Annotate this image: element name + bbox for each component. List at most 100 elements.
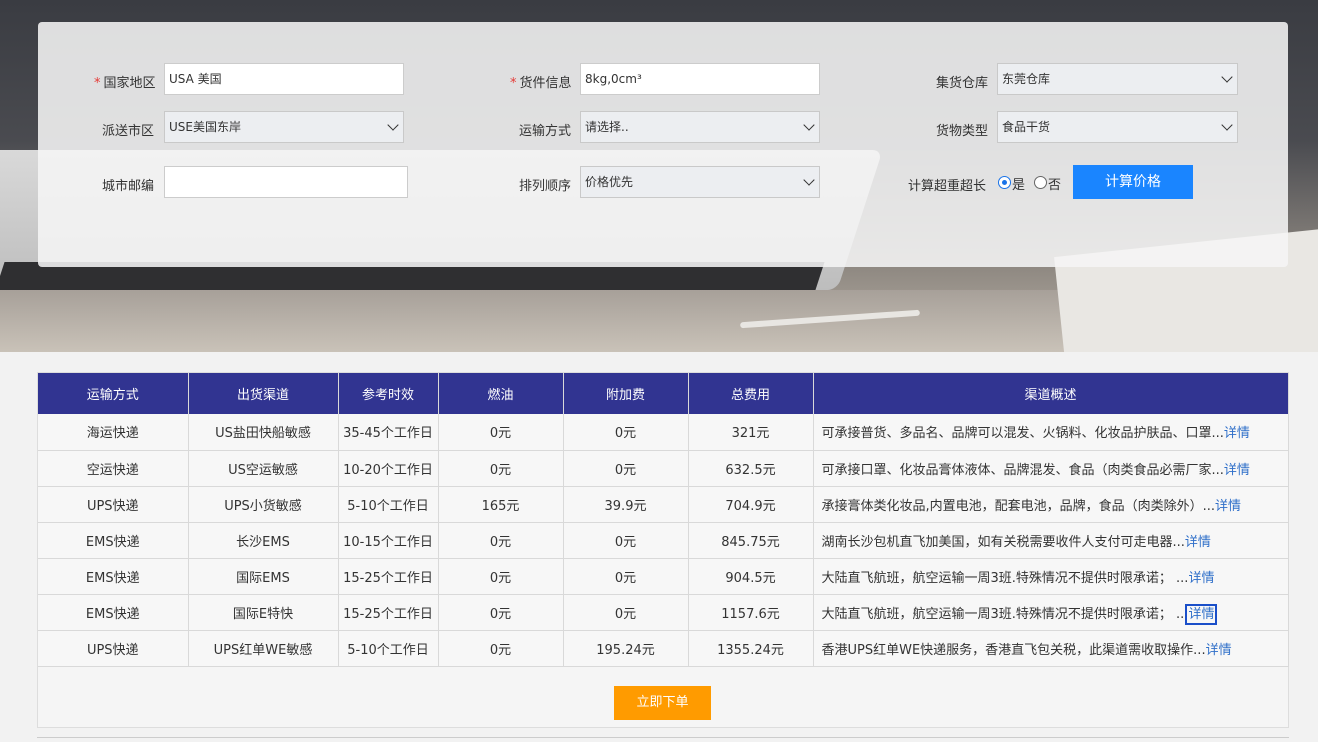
detail-link[interactable]: 详情 — [1185, 535, 1211, 550]
cell-time: 5-10个工作日 — [338, 486, 439, 523]
goods-label: * 货件信息 — [510, 76, 572, 91]
sort-label: 排列顺序 — [519, 179, 572, 194]
overweight-no-label: 否 — [1048, 178, 1062, 193]
country-label: * 国家地区 — [94, 76, 156, 91]
cell-time: 15-25个工作日 — [338, 594, 439, 631]
header-surcharge: 附加费 — [563, 373, 689, 414]
chevron-down-icon — [1221, 71, 1233, 83]
cell-description: 可承接口罩、化妆品膏体液体、品牌混发、食品（肉类食品必需厂家...详情 — [813, 450, 1289, 487]
cell-channel: US空运敏感 — [188, 450, 339, 487]
cell-total: 1355.24元 — [688, 630, 814, 667]
cell-transport: 空运快递 — [38, 450, 189, 487]
detail-link[interactable]: 详情 — [1215, 499, 1241, 514]
cell-description: 可承接普货、多品名、品牌可以混发、火锅料、化妆品护肤品、口罩...详情 — [813, 414, 1289, 451]
country-input[interactable]: USA 美国 — [164, 63, 404, 95]
header-channel: 出货渠道 — [188, 373, 339, 414]
cell-fuel: 0元 — [438, 450, 564, 487]
delivery-area-value: USE美国东岸 — [169, 120, 241, 134]
description-text: 大陆直飞航班，航空运输一周3班.特殊情况不提供时限承诺； ... — [821, 606, 1189, 622]
header-transport: 运输方式 — [38, 373, 189, 414]
header-time: 参考时效 — [338, 373, 439, 414]
description-text: 承接膏体类化妆品,内置电池，配套电池，品牌，食品（肉类除外）... — [821, 498, 1216, 514]
chevron-down-icon — [803, 174, 815, 186]
table-row: EMS快递 国际EMS 15-25个工作日 0元 0元 904.5元 大陆直飞航班，航空运输… — [38, 558, 1289, 595]
cell-time: 10-20个工作日 — [338, 450, 439, 487]
overweight-yes-radio[interactable] — [998, 176, 1011, 189]
header-total: 总费用 — [688, 373, 814, 414]
cell-channel: UPS小货敏感 — [188, 486, 339, 523]
table-row: 空运快递 US空运敏感 10-20个工作日 0元 0元 632.5元 可承接口罩、化妆品膏体… — [38, 450, 1289, 487]
delivery-area-select[interactable]: USE美国东岸 — [164, 111, 404, 143]
cell-channel: US盐田快船敏感 — [188, 414, 339, 451]
cargo-type-label: 货物类型 — [936, 124, 989, 139]
cell-channel: 国际EMS — [188, 558, 339, 595]
chevron-down-icon — [803, 119, 815, 131]
cell-transport: UPS快递 — [38, 630, 189, 667]
detail-link[interactable]: 详情 — [1206, 643, 1232, 658]
overweight-yes-label: 是 — [1012, 178, 1026, 193]
table-header-row: 运输方式 出货渠道 参考时效 燃油 附加费 总费用 渠道概述 — [38, 373, 1289, 414]
header-description: 渠道概述 — [813, 373, 1289, 414]
cargo-type-value: 食品干货 — [1002, 120, 1051, 134]
overweight-label: 计算超重超长 — [908, 179, 987, 194]
detail-link[interactable]: 详情 — [1188, 571, 1214, 586]
warehouse-select[interactable]: 东莞仓库 — [997, 63, 1238, 95]
cell-description: 湖南长沙包机直飞加美国，如有关税需要收件人支付可走电器...详情 — [813, 522, 1289, 559]
calculate-price-button[interactable]: 计算价格 — [1073, 165, 1193, 199]
cell-description: 香港UPS红单WE快递服务，香港直飞包关税，此渠道需收取操作...详情 — [813, 630, 1289, 667]
results-table: 运输方式 出货渠道 参考时效 燃油 附加费 总费用 渠道概述 海运快递 US盐田快… — [38, 373, 1289, 667]
table-row: EMS快递 国际E特快 15-25个工作日 0元 0元 1157.6元 大陆直飞航班，航空运… — [38, 594, 1289, 631]
cell-total: 1157.6元 — [688, 594, 814, 631]
cell-transport: 海运快递 — [38, 414, 189, 451]
goods-input[interactable]: 8kg,0cm³ — [580, 63, 820, 95]
cell-fuel: 165元 — [438, 486, 564, 523]
table-row: UPS快递 UPS小货敏感 5-10个工作日 165元 39.9元 704.9元 承接膏体类… — [38, 486, 1289, 523]
chevron-down-icon — [387, 119, 399, 131]
cell-channel: UPS红单WE敏感 — [188, 630, 339, 667]
results-table-wrapper: 运输方式 出货渠道 参考时效 燃油 附加费 总费用 渠道概述 海运快递 US盐田快… — [37, 372, 1289, 728]
table-row: EMS快递 长沙EMS 10-15个工作日 0元 0元 845.75元 湖南长沙包机直飞加美… — [38, 522, 1289, 559]
header-fuel: 燃油 — [438, 373, 564, 414]
cell-fuel: 0元 — [438, 594, 564, 631]
transport-select[interactable]: 请选择.. — [580, 111, 820, 143]
detail-link[interactable]: 详情 — [1224, 463, 1250, 478]
cell-time: 15-25个工作日 — [338, 558, 439, 595]
cell-fuel: 0元 — [438, 558, 564, 595]
detail-link[interactable]: 详情 — [1185, 603, 1218, 625]
bottom-divider — [37, 737, 1289, 742]
cell-surcharge: 0元 — [563, 558, 689, 595]
overweight-no-radio[interactable] — [1034, 176, 1047, 189]
cell-surcharge: 0元 — [563, 594, 689, 631]
cell-surcharge: 195.24元 — [563, 630, 689, 667]
transport-label: 运输方式 — [519, 124, 572, 139]
cell-description: 承接膏体类化妆品,内置电池，配套电池，品牌，食品（肉类除外）...详情 — [813, 486, 1289, 523]
cell-total: 704.9元 — [688, 486, 814, 523]
cell-surcharge: 39.9元 — [563, 486, 689, 523]
cell-transport: EMS快递 — [38, 594, 189, 631]
cargo-type-select[interactable]: 食品干货 — [997, 111, 1238, 143]
cell-transport: EMS快递 — [38, 558, 189, 595]
warehouse-value: 东莞仓库 — [1002, 72, 1051, 86]
zipcode-label: 城市邮编 — [102, 179, 155, 194]
description-text: 可承接普货、多品名、品牌可以混发、火锅料、化妆品护肤品、口罩... — [821, 426, 1224, 442]
zipcode-input[interactable] — [164, 166, 408, 198]
description-text: 大陆直飞航班，航空运输一周3班.特殊情况不提供时限承诺； ... — [821, 570, 1189, 586]
cell-time: 5-10个工作日 — [338, 630, 439, 667]
detail-link[interactable]: 详情 — [1224, 426, 1250, 441]
cell-total: 904.5元 — [688, 558, 814, 595]
transport-value: 请选择.. — [585, 120, 629, 134]
cell-time: 35-45个工作日 — [338, 414, 439, 451]
sort-select[interactable]: 价格优先 — [580, 166, 820, 198]
quote-form-panel: * 国家地区 USA 美国 * 货件信息 8kg,0cm³ 集货仓库 东莞仓库 派送… — [38, 22, 1288, 267]
cell-surcharge: 0元 — [563, 414, 689, 451]
cell-fuel: 0元 — [438, 414, 564, 451]
description-text: 可承接口罩、化妆品膏体液体、品牌混发、食品（肉类食品必需厂家... — [821, 462, 1224, 478]
chevron-down-icon — [1221, 119, 1233, 131]
delivery-area-label: 派送市区 — [102, 124, 155, 139]
cell-transport: EMS快递 — [38, 522, 189, 559]
place-order-button[interactable]: 立即下单 — [614, 686, 711, 720]
cell-total: 845.75元 — [688, 522, 814, 559]
cell-channel: 国际E特快 — [188, 594, 339, 631]
cell-surcharge: 0元 — [563, 522, 689, 559]
sort-value: 价格优先 — [585, 175, 634, 189]
